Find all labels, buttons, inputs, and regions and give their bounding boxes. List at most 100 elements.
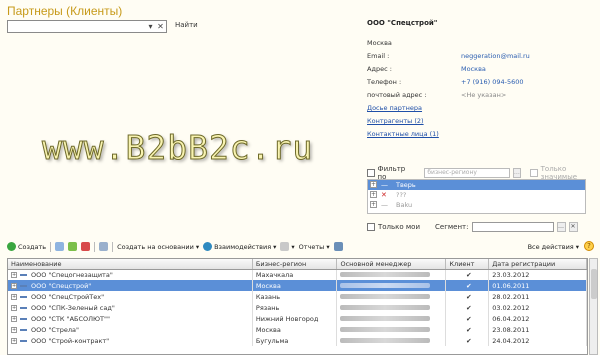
column-header[interactable]: Основной менеджер <box>336 259 447 270</box>
only-mine-checkbox[interactable] <box>367 223 375 231</box>
date-cell[interactable]: 28.02.2011 <box>488 291 587 302</box>
contact-persons-link[interactable]: Контактные лица (1) <box>367 130 439 138</box>
table-row[interactable]: + ООО "СТК "АБСОЛЮТ"" Нижний Новгород ✔ 06.0… <box>8 313 587 324</box>
address-value[interactable]: Москва <box>461 65 486 73</box>
scrollbar-thumb[interactable] <box>591 269 597 299</box>
segment-clear-button[interactable]: ✕ <box>568 222 578 232</box>
partner-name-cell[interactable]: + ООО "СТК "АБСОЛЮТ"" <box>8 313 253 324</box>
expand-icon[interactable]: + <box>11 315 17 322</box>
region-cell[interactable]: Рязань <box>252 302 338 313</box>
region-cell[interactable]: Нижний Новгород <box>252 313 338 324</box>
edit-icon[interactable] <box>68 242 78 251</box>
partner-name-cell[interactable]: + ООО "Строй-контракт" <box>8 335 253 346</box>
region-cell[interactable]: Москва <box>252 280 338 291</box>
dropdown-arrow-icon[interactable]: ▾ <box>146 22 155 31</box>
reports-button[interactable]: Отчеты ▾ <box>299 243 330 251</box>
client-cell[interactable]: ✔ <box>445 313 490 324</box>
expand-icon[interactable]: + <box>11 326 17 333</box>
expand-icon[interactable]: + <box>370 181 377 188</box>
partners-table[interactable]: Наименование Бизнес-регион Основной мене… <box>7 258 588 355</box>
date-cell[interactable]: 23.03.2012 <box>488 269 587 280</box>
date-cell[interactable]: 01.06.2011 <box>488 280 587 291</box>
expand-icon[interactable]: + <box>370 191 377 198</box>
manager-cell[interactable] <box>336 269 447 280</box>
partner-name-cell[interactable]: + ООО "Спецстрой" <box>8 280 253 291</box>
filter-checkbox[interactable] <box>367 169 375 177</box>
expand-icon[interactable]: + <box>11 293 17 300</box>
database-icon[interactable] <box>99 242 109 251</box>
date-cell[interactable]: 24.04.2012 <box>488 335 587 346</box>
all-actions-button[interactable]: Все действия ▾ <box>528 243 579 251</box>
date-cell[interactable]: 06.04.2012 <box>488 313 587 324</box>
email-value[interactable]: neggeration@mail.ru <box>461 52 530 60</box>
print-button[interactable]: ▾ <box>280 242 295 251</box>
table-row[interactable]: + ООО "Стрела" Москва ✔ 23.08.2011 <box>8 324 587 335</box>
date-cell[interactable]: 23.08.2011 <box>488 324 587 335</box>
column-header[interactable]: Дата регистрации <box>488 259 587 270</box>
manager-cell[interactable] <box>336 335 447 346</box>
client-cell[interactable]: ✔ <box>445 324 490 335</box>
create-button[interactable]: Создать <box>7 242 46 251</box>
counterparties-link[interactable]: Контрагенты (2) <box>367 117 424 125</box>
column-header[interactable]: Бизнес-регион <box>252 259 338 270</box>
create-based-on-button[interactable]: Создать на основании ▾ <box>117 243 199 251</box>
expand-icon[interactable]: + <box>11 282 17 289</box>
partner-name-cell[interactable]: + ООО "Стрела" <box>8 324 253 335</box>
only-significant-checkbox[interactable] <box>530 169 538 177</box>
select-button[interactable]: … <box>512 168 522 178</box>
find-button[interactable]: Найти <box>175 21 198 29</box>
expand-icon[interactable]: + <box>11 271 17 278</box>
create-label: Создать <box>18 242 47 251</box>
partner-name-cell[interactable]: + ООО "СпецСтройТех" <box>8 291 253 302</box>
segment-label: Сегмент: <box>435 223 469 231</box>
partner-dossier-link[interactable]: Досье партнера <box>367 104 422 112</box>
manager-cell[interactable] <box>336 302 447 313</box>
only-mine-row: Только мои Сегмент: … ✕ <box>367 222 578 232</box>
delete-icon[interactable] <box>81 242 91 251</box>
region-cell[interactable]: Махачкала <box>252 269 338 280</box>
search-input[interactable]: ▾ ✕ <box>7 20 167 33</box>
help-icon[interactable]: ? <box>584 241 594 251</box>
table-row[interactable]: + ООО "СПК-Зеленый сад" Рязань ✔ 03.02.2012 <box>8 302 587 313</box>
phone-value[interactable]: +7 (916) 094-5600 <box>461 78 524 86</box>
expand-icon[interactable]: + <box>11 304 17 311</box>
table-row[interactable]: + ООО "Спецогнезащита" Махачкала ✔ 23.03.201… <box>8 269 587 280</box>
segment-select-button[interactable]: … <box>556 222 566 232</box>
copy-icon[interactable] <box>55 242 65 251</box>
column-header[interactable]: Наименование <box>8 259 253 270</box>
interactions-button[interactable]: Взаимодействия ▾ <box>203 242 276 251</box>
tree-row[interactable]: + — Baku <box>368 200 585 210</box>
client-cell[interactable]: ✔ <box>445 269 490 280</box>
client-cell[interactable]: ✔ <box>445 280 490 291</box>
deleted-mark-icon: ✕ <box>381 191 387 199</box>
manager-cell[interactable] <box>336 280 447 291</box>
vertical-scrollbar[interactable] <box>589 258 598 355</box>
expand-icon[interactable]: + <box>11 337 17 344</box>
region-cell[interactable]: Бугульма <box>252 335 338 346</box>
partner-name: ООО "Строй-контракт" <box>31 336 110 345</box>
expand-icon[interactable]: + <box>370 201 377 208</box>
manager-cell[interactable] <box>336 313 447 324</box>
partner-name-cell[interactable]: + ООО "СПК-Зеленый сад" <box>8 302 253 313</box>
report-icon[interactable] <box>333 242 343 251</box>
column-header[interactable]: Клиент <box>445 259 490 270</box>
region-cell[interactable]: Москва <box>252 324 338 335</box>
client-cell[interactable]: ✔ <box>445 291 490 302</box>
partner-name-cell[interactable]: + ООО "Спецогнезащита" <box>8 269 253 280</box>
client-cell[interactable]: ✔ <box>445 302 490 313</box>
manager-cell[interactable] <box>336 291 447 302</box>
region-cell[interactable]: Казань <box>252 291 338 302</box>
region-filter-input[interactable]: бизнес-региону <box>424 168 510 178</box>
tree-row[interactable]: + ✕ ??? <box>368 190 585 200</box>
partner-name: ООО "Спецстрой" <box>31 281 92 290</box>
manager-cell[interactable] <box>336 324 447 335</box>
tree-row[interactable]: + — Тверь <box>368 180 585 190</box>
table-row[interactable]: + ООО "СпецСтройТех" Казань ✔ 28.02.2011 <box>8 291 587 302</box>
clear-icon[interactable]: ✕ <box>156 22 165 31</box>
date-cell[interactable]: 03.02.2012 <box>488 302 587 313</box>
table-row[interactable]: + ООО "Строй-контракт" Бугульма ✔ 24.04.2012 <box>8 335 587 346</box>
client-cell[interactable]: ✔ <box>445 335 490 346</box>
region-tree[interactable]: + — Тверь + ✕ ??? + — Baku <box>367 179 586 214</box>
segment-input[interactable] <box>471 222 554 232</box>
table-row[interactable]: + ООО "Спецстрой" Москва ✔ 01.06.2011 <box>8 280 587 291</box>
